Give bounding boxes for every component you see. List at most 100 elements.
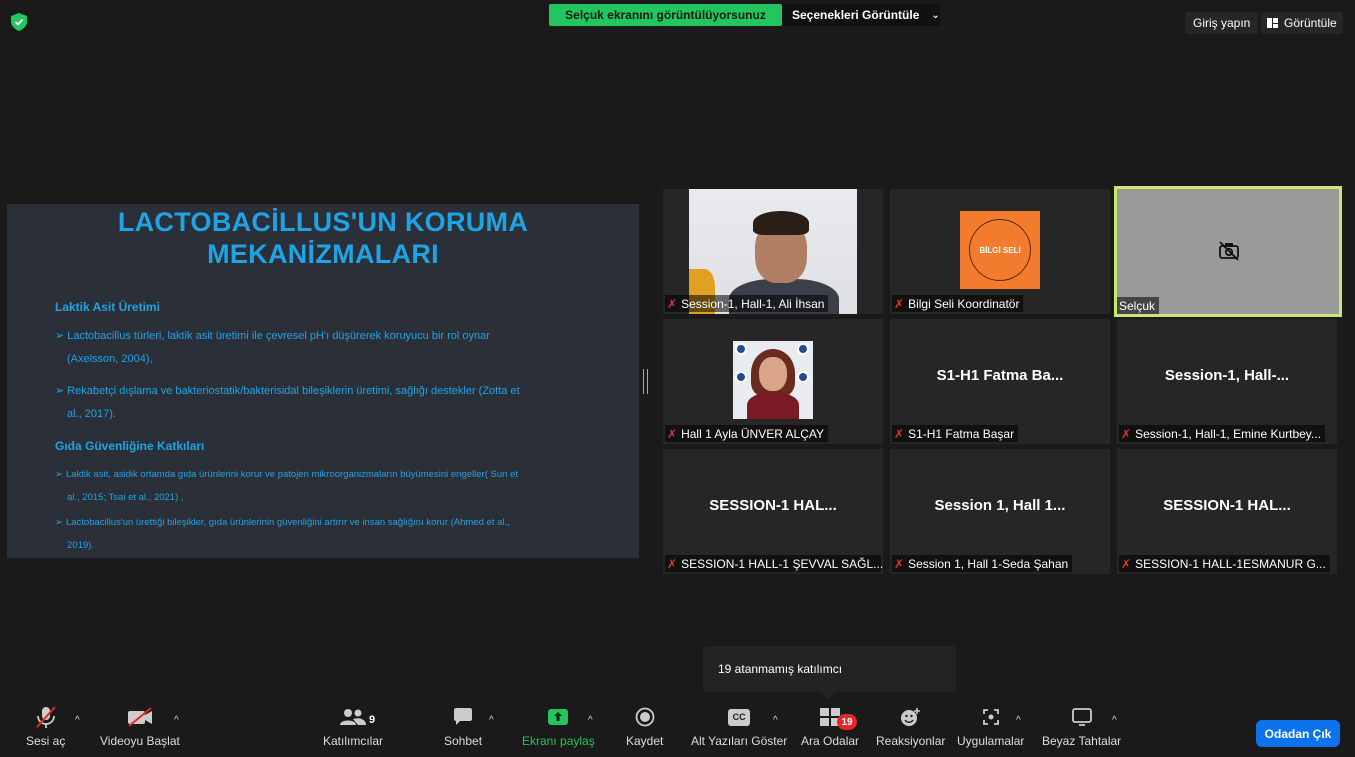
breakout-rooms-label: Ara Odalar xyxy=(801,734,860,748)
participants-label: Katılımcılar xyxy=(323,734,384,748)
participant-name-label: ✗ Session-1, Hall-1, Ali İhsan xyxy=(665,295,829,312)
captions-options-caret-icon[interactable]: ^ xyxy=(773,715,778,726)
participant-name-label: ✗ Hall 1 Ayla ÜNVER ALÇAY xyxy=(665,425,829,442)
chat-options-caret-icon[interactable]: ^ xyxy=(489,715,494,726)
participant-tile-active[interactable]: Selçuk xyxy=(1114,186,1342,317)
participant-name-label: ✗ Session-1, Hall-1, Emine Kurtbey... xyxy=(1119,425,1325,442)
slide-heading-1: Laktik Asit Üretimi xyxy=(55,300,160,314)
participant-display-name: SESSION-1 HAL... xyxy=(709,497,837,514)
mic-muted-icon: ✗ xyxy=(894,556,905,571)
participant-name: Session-1, Hall-1, Ali İhsan xyxy=(681,296,825,311)
view-options-label: Seçenekleri Görüntüle xyxy=(792,8,920,22)
participant-name: SESSION-1 HALL-1ESMANUR G... xyxy=(1135,556,1326,571)
chat-label: Sohbet xyxy=(444,734,483,748)
start-video-label: Videoyu Başlat xyxy=(100,734,180,748)
mic-muted-icon: ✗ xyxy=(1121,426,1132,441)
slide-paragraph-3: ➢ Laktik asit, asidik ortamda gıda ürünle… xyxy=(55,463,595,509)
slide-title-line2: MEKANİZMALARI xyxy=(207,239,439,269)
participant-tile[interactable]: ✗ Session-1, Hall-1, Ali İhsan xyxy=(663,189,883,314)
chat-button[interactable]: Sohbet xyxy=(444,700,482,757)
participant-display-name: Session 1, Hall 1... xyxy=(934,497,1066,514)
participant-display-name: S1-H1 Fatma Ba... xyxy=(936,367,1064,384)
participant-tile[interactable]: Session-1, Hall-... ✗ Session-1, Hall-1,… xyxy=(1117,319,1337,444)
slide-title-line1: LACTOBACİLLUS'UN KORUMA xyxy=(117,207,529,237)
mic-muted-icon: ✗ xyxy=(667,296,678,311)
apps-options-caret-icon[interactable]: ^ xyxy=(1016,715,1021,726)
mic-muted-icon: ✗ xyxy=(667,426,678,441)
start-video-button[interactable]: Videoyu Başlat xyxy=(100,700,180,757)
resize-handle[interactable] xyxy=(643,369,648,394)
logo-text: BİLGİ SELİ xyxy=(969,219,1031,281)
show-captions-button[interactable]: CC Alt Yazıları Göster xyxy=(691,700,787,757)
participant-tile[interactable]: SESSION-1 HAL... ✗ SESSION-1 HALL-1ESMAN… xyxy=(1117,449,1337,574)
participant-tile[interactable]: BİLGİ SELİ ✗ Bilgi Seli Koordinatör xyxy=(890,189,1110,314)
slide-text: 2019). xyxy=(67,540,94,551)
view-options-dropdown[interactable]: Seçenekleri Görüntüle ⌄ xyxy=(782,4,940,26)
video-options-caret-icon[interactable]: ^ xyxy=(174,715,179,726)
mic-muted-icon: ✗ xyxy=(1121,556,1132,571)
unassigned-participants-tooltip: 19 atanmamış katılımcı xyxy=(703,646,956,699)
apps-button[interactable]: Uygulamalar xyxy=(957,700,1024,757)
participant-tile[interactable]: SESSION-1 HAL... ✗ SESSION-1 HALL-1 ŞEVV… xyxy=(663,449,883,574)
breakout-count-badge: 19 xyxy=(837,714,857,730)
participant-name-label: ✗ Session 1, Hall 1-Seda Şahan xyxy=(892,555,1073,572)
chevron-down-icon: ⌄ xyxy=(931,9,940,21)
participant-profile-photo xyxy=(733,341,813,419)
captions-label: Alt Yazıları Göster xyxy=(691,734,788,748)
microphone-muted-icon xyxy=(35,706,56,728)
slide-paragraph-4: ➢ Lactobacillus'un ürettiği bileşikler, g… xyxy=(55,511,595,557)
reactions-label: Reaksiyonlar xyxy=(876,734,946,748)
participant-name-label: ✗ SESSION-1 HALL-1 ŞEVVAL SAĞL... xyxy=(665,555,883,572)
participants-icon xyxy=(340,709,366,725)
mic-muted-icon: ✗ xyxy=(667,556,678,571)
slide-text: Laktik asit, asidik ortamda gıda ürünler… xyxy=(65,469,518,480)
participant-display-name: Session-1, Hall-... xyxy=(1164,367,1290,384)
slide-text: Lactobacillus'un ürettiği bileşikler, gı… xyxy=(65,517,510,528)
participant-name: Hall 1 Ayla ÜNVER ALÇAY xyxy=(681,426,825,441)
record-icon xyxy=(635,707,655,727)
slide-text: Lactobacillus türleri, laktik asit üreti… xyxy=(67,330,490,342)
share-screen-button[interactable]: Ekranı paylaş xyxy=(522,700,595,757)
reactions-icon xyxy=(900,708,920,726)
participant-name: SESSION-1 HALL-1 ŞEVVAL SAĞL... xyxy=(681,556,883,571)
whiteboard-options-caret-icon[interactable]: ^ xyxy=(1112,715,1117,726)
sign-in-button[interactable]: Giriş yapın xyxy=(1185,12,1259,34)
slide-text: al., 2015; Tsai et al., 2021) , xyxy=(67,492,184,503)
whiteboards-button[interactable]: Beyaz Tahtalar xyxy=(1042,700,1121,757)
participant-tile[interactable]: S1-H1 Fatma Ba... ✗ S1-H1 Fatma Başar xyxy=(890,319,1110,444)
closed-captions-icon: CC xyxy=(728,708,751,726)
participant-name: Session-1, Hall-1, Emine Kurtbey... xyxy=(1135,426,1321,441)
participant-name: Bilgi Seli Koordinatör xyxy=(908,296,1020,311)
whiteboards-label: Beyaz Tahtalar xyxy=(1042,734,1122,748)
share-options-caret-icon[interactable]: ^ xyxy=(588,715,593,726)
slide-text: Rekabetçi dışlama ve bakteriostatik/bakt… xyxy=(67,385,520,397)
reactions-button[interactable]: Reaksiyonlar xyxy=(876,700,945,757)
apps-icon xyxy=(982,709,999,725)
participants-button[interactable]: Katılımcılar xyxy=(323,700,383,757)
participant-name: Selçuk xyxy=(1119,298,1156,313)
slide-text: al., 2017). xyxy=(67,408,116,420)
participants-count: 9 xyxy=(369,714,376,726)
shared-screen-slide: LACTOBACİLLUS'UN KORUMA MEKANİZMALARI La… xyxy=(7,204,639,558)
mic-muted-icon: ✗ xyxy=(894,426,905,441)
record-button[interactable]: Kaydet xyxy=(626,700,663,757)
screen-share-status-banner: Selçuk ekranını görüntülüyorsunuz xyxy=(549,4,782,26)
participant-name-label: ✗ S1-H1 Fatma Başar xyxy=(892,425,1019,442)
whiteboard-icon xyxy=(1071,708,1092,726)
zoom-meeting-window: Selçuk ekranını görüntülüyorsunuz Seçene… xyxy=(0,0,1355,757)
slide-text: (Axelsson, 2004), xyxy=(67,353,153,365)
security-shield-icon[interactable] xyxy=(11,13,27,31)
unmute-button[interactable]: Sesi aç xyxy=(26,700,65,757)
profile-logo: BİLGİ SELİ xyxy=(960,211,1040,289)
unmute-label: Sesi aç xyxy=(26,734,66,748)
share-screen-icon xyxy=(548,709,569,725)
share-screen-label: Ekranı paylaş xyxy=(522,734,595,748)
audio-options-caret-icon[interactable]: ^ xyxy=(75,715,80,726)
participant-tile[interactable]: Session 1, Hall 1... ✗ Session 1, Hall 1… xyxy=(890,449,1110,574)
participant-tile[interactable]: ✗ Hall 1 Ayla ÜNVER ALÇAY xyxy=(663,319,883,444)
gallery-view-icon xyxy=(1267,18,1278,28)
participant-name: Session 1, Hall 1-Seda Şahan xyxy=(908,556,1069,571)
leave-room-button[interactable]: Odadan Çık xyxy=(1256,720,1340,747)
view-button[interactable]: Görüntüle xyxy=(1261,12,1343,34)
participant-name-label: ✗ Bilgi Seli Koordinatör xyxy=(892,295,1024,312)
